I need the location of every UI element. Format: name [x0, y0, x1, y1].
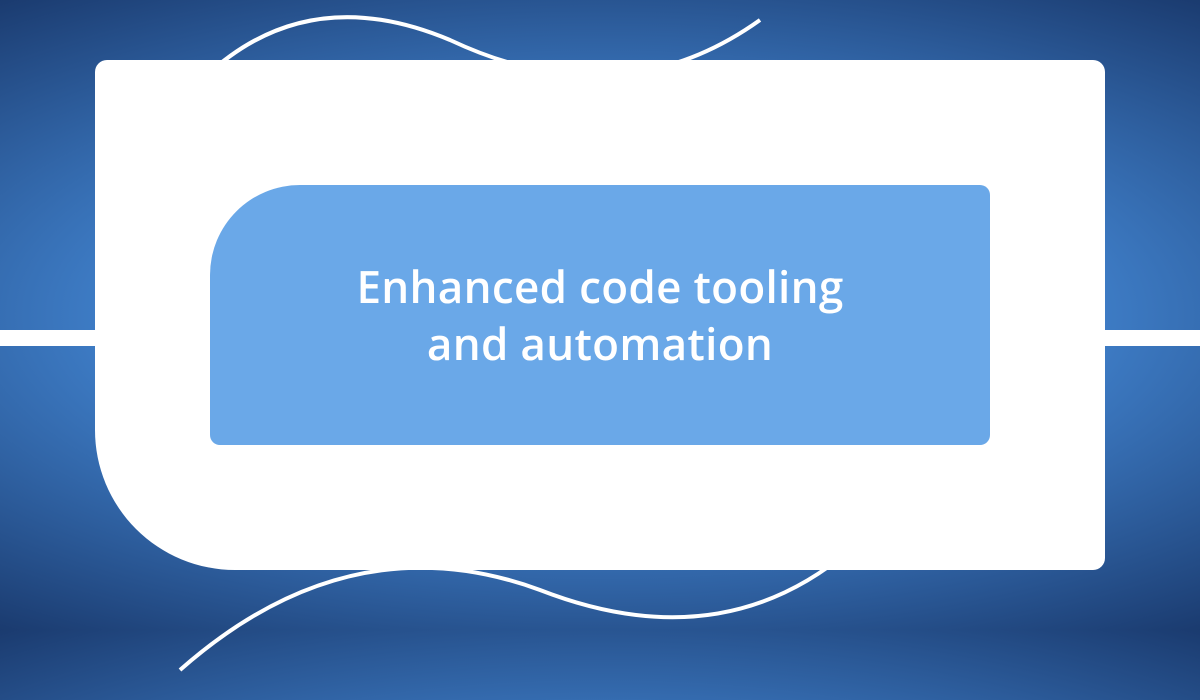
outer-white-card: Enhanced code tooling and automation: [95, 60, 1105, 570]
card-title: Enhanced code tooling and automation: [356, 258, 843, 372]
inner-blue-card: Enhanced code tooling and automation: [210, 185, 990, 445]
title-line-1: Enhanced code tooling: [356, 256, 843, 316]
title-line-2: and automation: [427, 313, 773, 373]
